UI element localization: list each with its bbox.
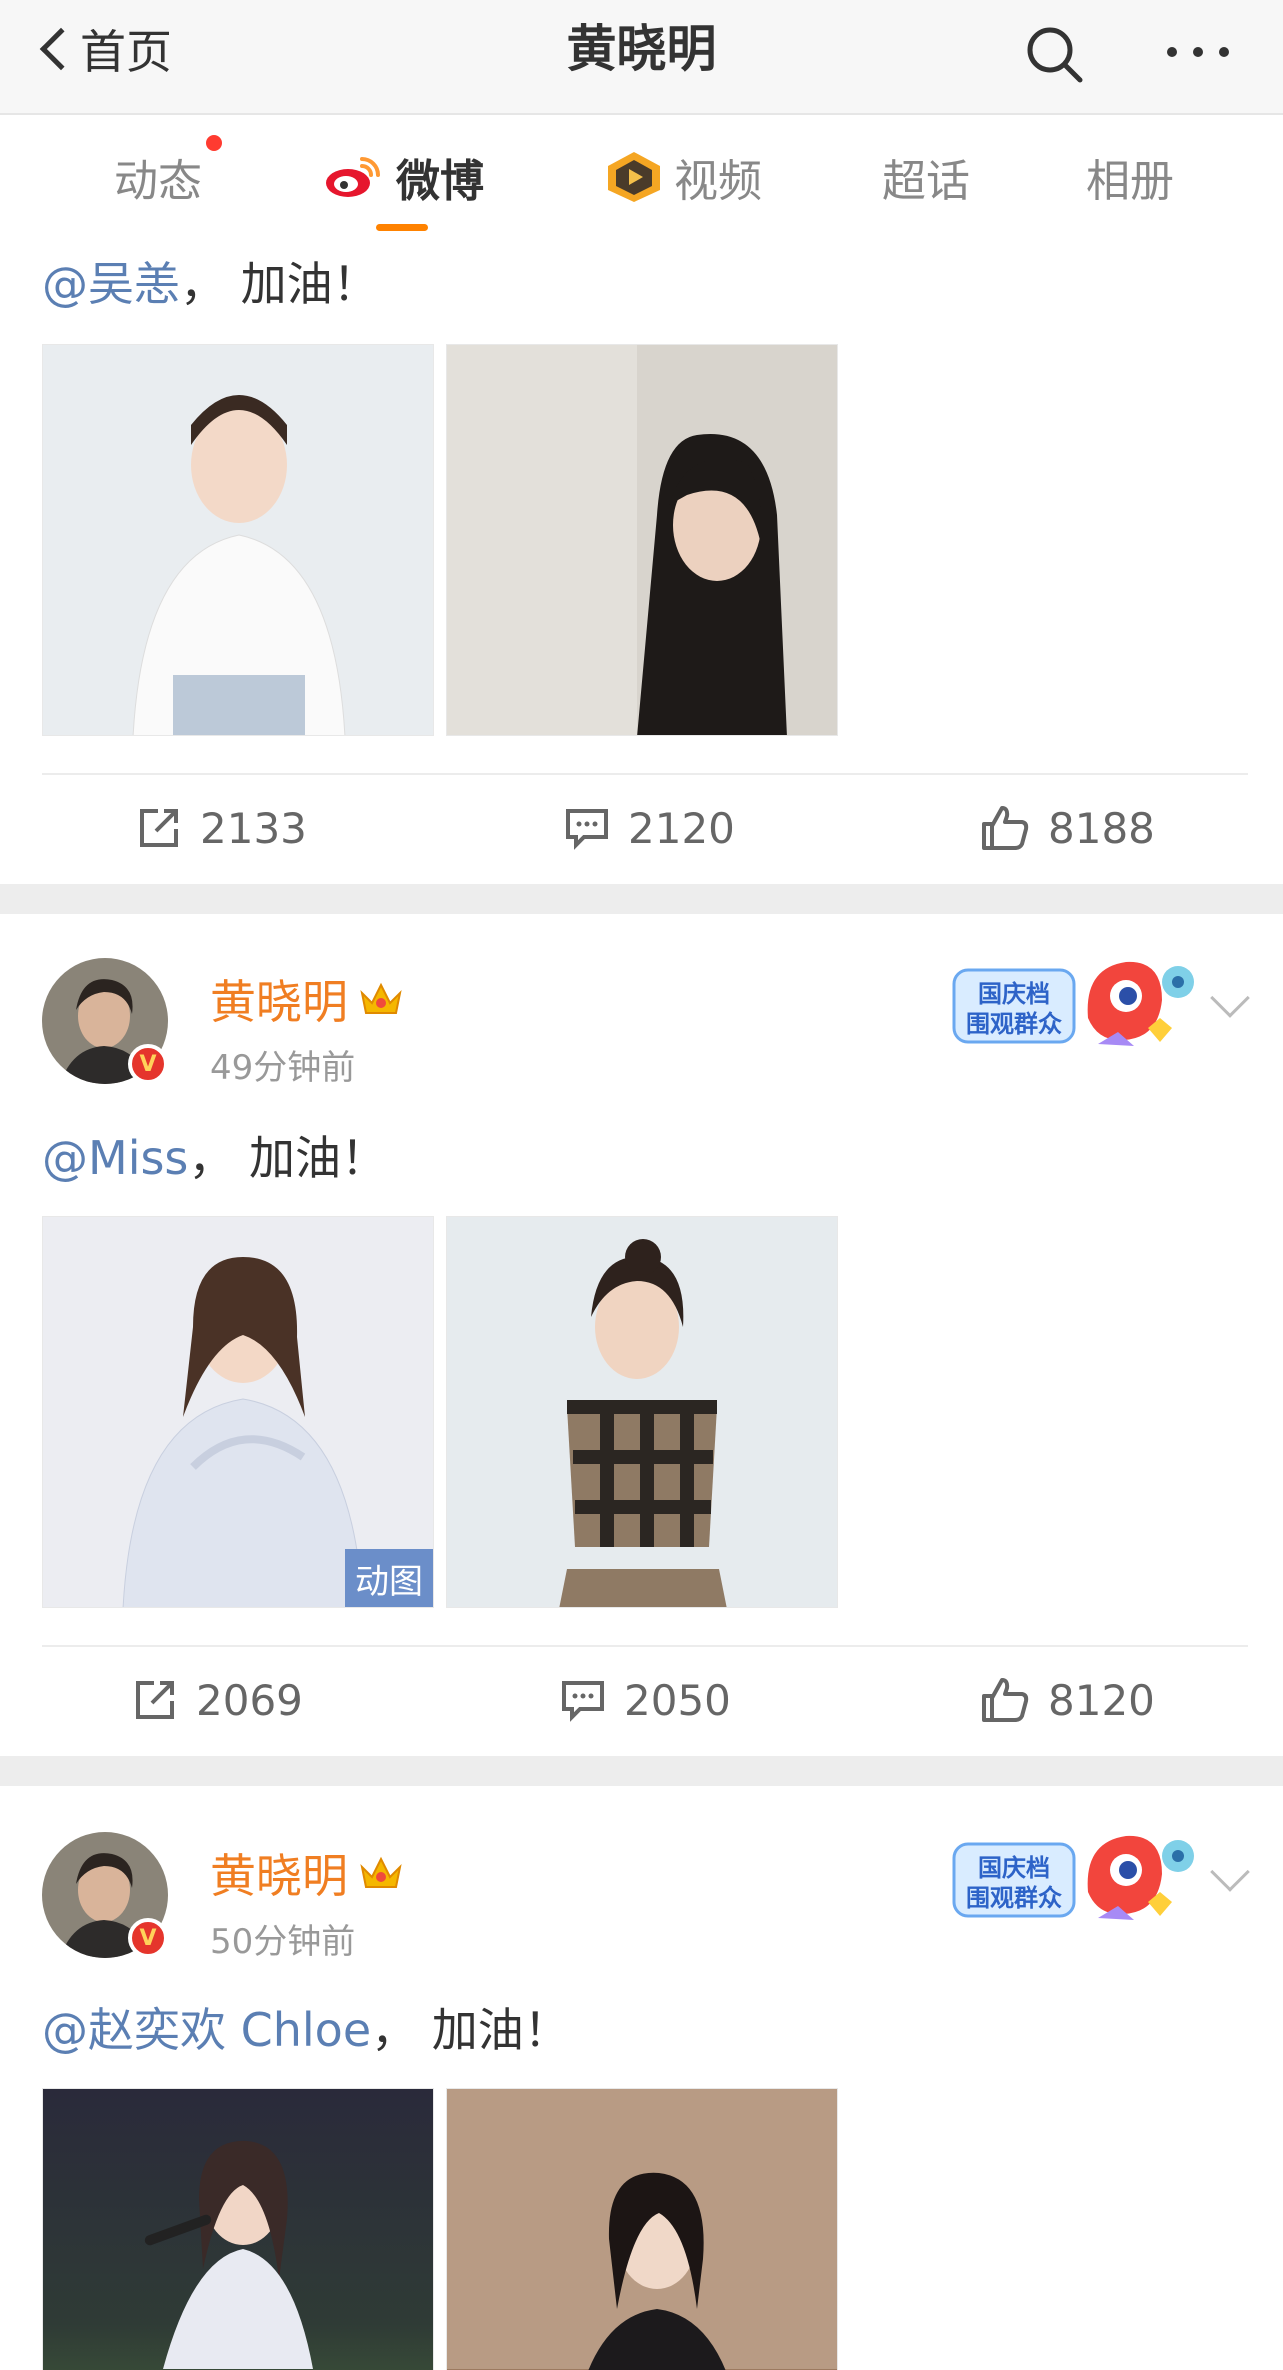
search-button[interactable] — [1020, 20, 1090, 90]
tab-album-label: 相册 — [1086, 156, 1174, 207]
timestamp: 50分钟前 — [210, 1922, 356, 1962]
username[interactable]: 黄晓明 — [210, 966, 404, 1032]
repost-count: 2069 — [196, 1675, 303, 1725]
event-badge[interactable]: 国庆档 围观群众 — [948, 948, 1206, 1060]
post-image[interactable] — [42, 344, 434, 736]
video-logo-icon — [608, 152, 660, 202]
comment-count: 2050 — [624, 1675, 731, 1725]
tab-feed[interactable]: 动态 — [114, 117, 222, 237]
post-actions: 2069 2050 8120 — [0, 1650, 1283, 1750]
post-text-suffix: ， 加油！ — [180, 257, 379, 311]
mention-link[interactable]: @赵奕欢 Chloe — [42, 2003, 371, 2057]
active-tab-indicator — [376, 224, 428, 231]
event-badge[interactable]: 国庆档 围观群众 — [948, 1822, 1206, 1934]
like-button[interactable]: 8188 — [980, 778, 1155, 878]
tab-video-label: 视频 — [674, 156, 762, 207]
tab-video[interactable]: 视频 — [604, 117, 762, 237]
portrait-image — [43, 345, 433, 735]
portrait-image — [447, 345, 837, 735]
like-count: 8188 — [1048, 803, 1155, 853]
event-badge-line2: 围观群众 — [966, 1884, 1062, 1912]
weibo-logo-icon — [326, 157, 380, 197]
repost-icon — [136, 1681, 174, 1719]
repost-button[interactable]: 2069 — [132, 1650, 303, 1750]
divider — [42, 773, 1248, 775]
username-label: 黄晓明 — [210, 1849, 348, 1903]
post-image[interactable] — [446, 1216, 838, 1608]
timestamp: 49分钟前 — [210, 1048, 356, 1088]
chevron-down-icon[interactable] — [1210, 978, 1250, 1018]
post-image[interactable] — [42, 2088, 434, 2370]
more-button[interactable] — [1160, 20, 1240, 90]
like-count: 8120 — [1048, 1675, 1155, 1725]
tab-weibo[interactable]: 微博 — [322, 117, 484, 237]
post-image-grid — [42, 2088, 838, 2370]
repost-button[interactable]: 2133 — [136, 778, 307, 878]
nav-bar: 首页 黄晓明 — [0, 0, 1283, 115]
like-button[interactable]: 8120 — [980, 1650, 1155, 1750]
post-text: @Miss， 加油！ — [42, 1122, 387, 1188]
post-header: V 黄晓明 50分钟前 国庆档 围观群众 — [0, 1832, 1283, 1962]
post-image-grid: 动图 — [42, 1216, 838, 1608]
portrait-image — [447, 2089, 837, 2370]
tab-supertopic[interactable]: 超话 — [882, 117, 970, 237]
tab-feed-label: 动态 — [114, 156, 202, 207]
event-badge-line1: 国庆档 — [978, 1854, 1050, 1882]
post-image[interactable] — [446, 344, 838, 736]
post-separator — [0, 884, 1283, 914]
post-text-suffix: ， 加油！ — [371, 2003, 570, 2057]
portrait-image — [43, 2089, 433, 2370]
like-icon — [982, 1678, 1029, 1722]
verified-badge: V — [128, 1044, 168, 1084]
chevron-down-icon[interactable] — [1210, 1852, 1250, 1892]
tab-album[interactable]: 相册 — [1086, 117, 1174, 237]
portrait-image — [447, 1217, 837, 1607]
verified-badge: V — [128, 1918, 168, 1958]
divider — [42, 1645, 1248, 1647]
comment-icon — [566, 809, 608, 850]
page-title: 黄晓明 — [566, 20, 717, 78]
tab-bar: 动态 微博 视频 超话 相册 — [0, 117, 1283, 237]
post-image[interactable]: 动图 — [42, 1216, 434, 1608]
repost-count: 2133 — [200, 803, 307, 853]
repost-icon — [140, 809, 178, 847]
crown-icon — [360, 982, 402, 1014]
comment-button[interactable]: 2120 — [564, 778, 735, 878]
post-text-suffix: ， 加油！ — [188, 1131, 388, 1185]
post-separator — [0, 1756, 1283, 1786]
event-badge-line2: 围观群众 — [966, 1010, 1062, 1038]
like-icon — [982, 806, 1029, 850]
tab-supertopic-label: 超话 — [882, 156, 970, 207]
event-badge-line1: 国庆档 — [978, 980, 1050, 1008]
post-text: @赵奕欢 Chloe， 加油！ — [42, 1994, 570, 2060]
mention-link[interactable]: @Miss — [42, 1131, 188, 1185]
comment-count: 2120 — [628, 803, 735, 853]
comment-icon — [562, 1681, 604, 1722]
mention-link[interactable]: @吴恙 — [42, 257, 180, 311]
post-image-grid — [42, 344, 838, 736]
username-label: 黄晓明 — [210, 975, 348, 1029]
post-text: @吴恙， 加油！ — [42, 248, 379, 314]
post-actions: 2133 2120 8188 — [0, 778, 1283, 878]
username[interactable]: 黄晓明 — [210, 1840, 404, 1906]
tab-weibo-label: 微博 — [396, 156, 484, 207]
gif-badge: 动图 — [345, 1549, 433, 1607]
search-icon — [1027, 27, 1083, 83]
notification-dot — [206, 135, 222, 151]
more-icon — [1167, 47, 1229, 57]
comment-button[interactable]: 2050 — [560, 1650, 731, 1750]
crown-icon — [360, 1856, 402, 1888]
post-header: V 黄晓明 49分钟前 国庆档 围观群众 — [0, 958, 1283, 1088]
post-image[interactable] — [446, 2088, 838, 2370]
